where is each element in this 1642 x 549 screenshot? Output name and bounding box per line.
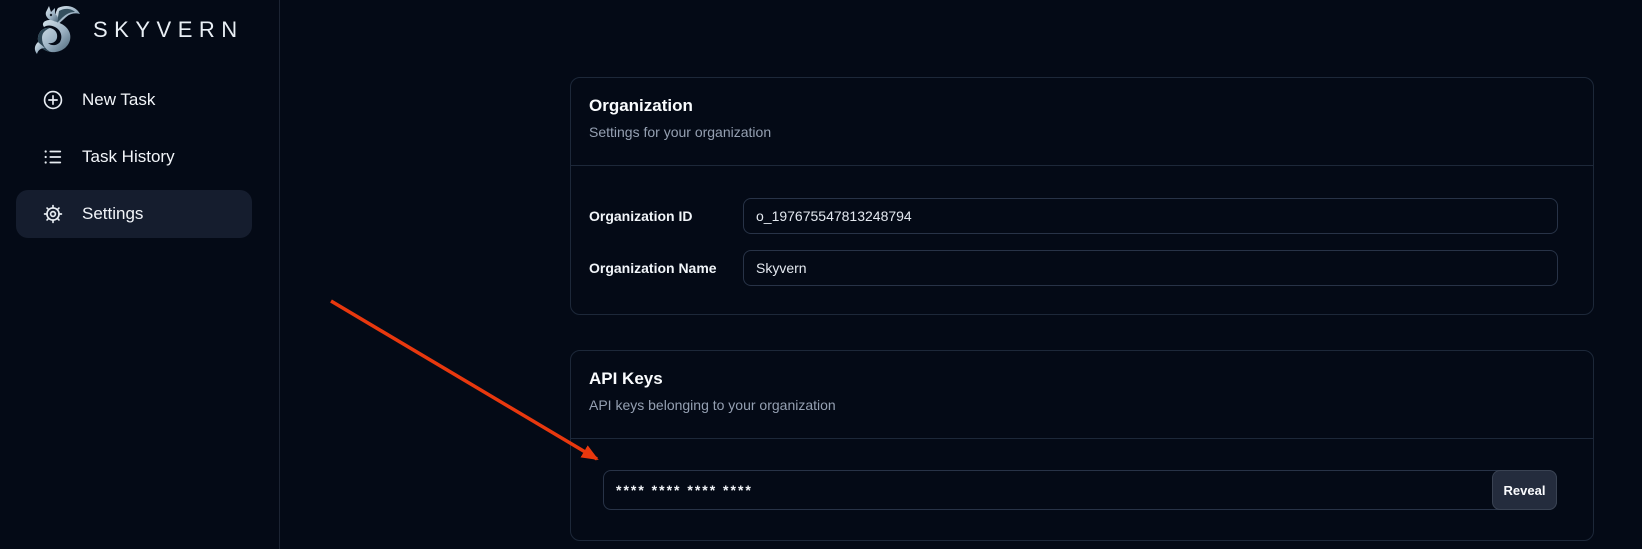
app-logo: SKYVERN [28,2,244,58]
reveal-button[interactable]: Reveal [1492,470,1557,510]
sidebar: SKYVERN New Task Task History [0,0,280,549]
settings-page: SKYVERN New Task Task History [0,0,1642,549]
api-keys-card-title: API Keys [589,368,1575,390]
organization-name-input[interactable] [743,250,1558,286]
sidebar-item-label: Settings [82,204,143,224]
api-key-masked-input[interactable] [603,470,1557,510]
organization-form: Organization ID Organization Name [571,166,1593,286]
organization-name-row: Organization Name [589,250,1558,286]
sidebar-item-new-task[interactable]: New Task [16,76,252,124]
brand-wordmark: SKYVERN [93,17,244,43]
list-icon [42,146,64,168]
sidebar-item-label: Task History [82,147,175,167]
api-keys-card-subtitle: API keys belonging to your organization [589,397,1575,414]
organization-card-subtitle: Settings for your organization [589,124,1575,141]
sidebar-item-settings[interactable]: Settings [16,190,252,238]
api-key-row: Reveal [603,470,1557,510]
api-keys-card-header: API Keys API keys belonging to your orga… [571,351,1593,439]
organization-card: Organization Settings for your organizat… [570,77,1594,315]
annotation-arrow-line [331,301,597,459]
organization-card-title: Organization [589,95,1575,117]
organization-id-label: Organization ID [589,208,743,224]
api-keys-card: API Keys API keys belonging to your orga… [570,350,1594,541]
dragon-logo-icon [28,2,84,58]
sidebar-item-label: New Task [82,90,155,110]
gear-icon [42,203,64,225]
organization-id-row: Organization ID [589,198,1558,234]
organization-name-label: Organization Name [589,260,743,276]
organization-id-input[interactable] [743,198,1558,234]
sidebar-item-task-history[interactable]: Task History [16,133,252,181]
circle-plus-icon [42,89,64,111]
organization-card-header: Organization Settings for your organizat… [571,78,1593,166]
